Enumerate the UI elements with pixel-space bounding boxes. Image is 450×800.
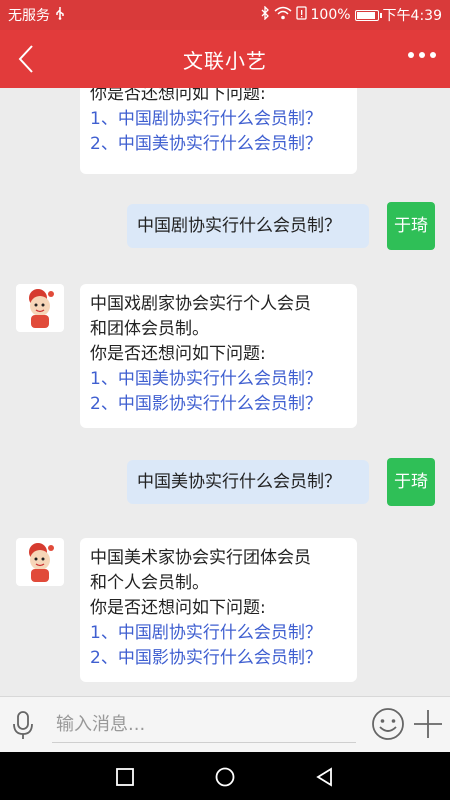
suggestion-link[interactable]: 1、中国剧协实行什么会员制？	[90, 621, 322, 646]
user-message: 中国剧协实行什么会员制？	[127, 204, 369, 248]
mascot-icon	[29, 543, 54, 582]
suggestion-link[interactable]: 2、中国影协实行什么会员制？	[90, 392, 322, 417]
suggestion-link[interactable]: 1、中国美协实行什么会员制？	[90, 367, 322, 392]
emoji-icon[interactable]	[370, 706, 406, 742]
suggestion-link[interactable]: 1、中国剧协实行什么会员制？	[90, 107, 322, 132]
page-title: 文联小艺	[183, 48, 267, 73]
message-line: 和团体会员制。	[90, 319, 209, 339]
app-header: 文联小艺	[0, 30, 450, 88]
message-line: 和个人会员制。	[90, 573, 209, 593]
wifi-icon	[274, 6, 292, 24]
message-line: 中国美术家协会实行团体会员	[90, 548, 311, 568]
battery-icon	[354, 9, 382, 21]
message-line: 你是否还想问如下问题:	[90, 344, 266, 364]
more-dots-icon[interactable]	[408, 52, 436, 58]
suggestion-link[interactable]: 2、中国影协实行什么会员制？	[90, 646, 322, 671]
input-bar: 输入消息...	[0, 696, 450, 752]
message-line: 你是否还想问如下问题:	[90, 598, 266, 618]
battery-percent: 100%	[310, 7, 351, 23]
clock: 下午4:39	[382, 8, 442, 24]
carrier-label: 无服务	[8, 8, 50, 24]
user-message: 中国美协实行什么会员制？	[127, 460, 369, 504]
system-nav-bar	[0, 752, 450, 800]
bot-message: 中国美术家协会实行团体会员 和个人会员制。 你是否还想问如下问题: 1、中国剧协…	[80, 538, 357, 682]
bot-message: 中国戏剧家协会实行个人会员 和团体会员制。 你是否还想问如下问题: 1、中国美协…	[80, 284, 357, 428]
user-avatar[interactable]: 于琦	[387, 202, 435, 250]
home-icon[interactable]	[214, 766, 236, 788]
bluetooth-icon	[260, 5, 270, 24]
bot-avatar[interactable]	[16, 284, 64, 332]
back-triangle-icon[interactable]	[314, 766, 336, 788]
message-input[interactable]: 输入消息...	[52, 707, 356, 743]
user-avatar[interactable]: 于琦	[387, 458, 435, 506]
plus-icon[interactable]	[410, 706, 446, 742]
bot-avatar[interactable]	[16, 538, 64, 586]
chevron-left-icon[interactable]	[12, 42, 44, 76]
recents-icon[interactable]	[114, 766, 136, 788]
usb-icon	[54, 6, 66, 24]
status-bar: 无服务 100% 下午4:39	[0, 0, 450, 30]
bot-message: 你是否还想问如下问题: 1、中国剧协实行什么会员制？ 2、中国美协实行什么会员制…	[80, 88, 357, 174]
mascot-icon	[29, 289, 54, 328]
message-line: 你是否还想问如下问题:	[90, 88, 266, 104]
chat-area[interactable]: 你是否还想问如下问题: 1、中国剧协实行什么会员制？ 2、中国美协实行什么会员制…	[0, 88, 450, 696]
microphone-icon[interactable]	[8, 709, 38, 741]
suggestion-link[interactable]: 2、中国美协实行什么会员制？	[90, 132, 322, 157]
sim-alert-icon	[295, 6, 307, 24]
message-line: 中国戏剧家协会实行个人会员	[90, 294, 311, 314]
